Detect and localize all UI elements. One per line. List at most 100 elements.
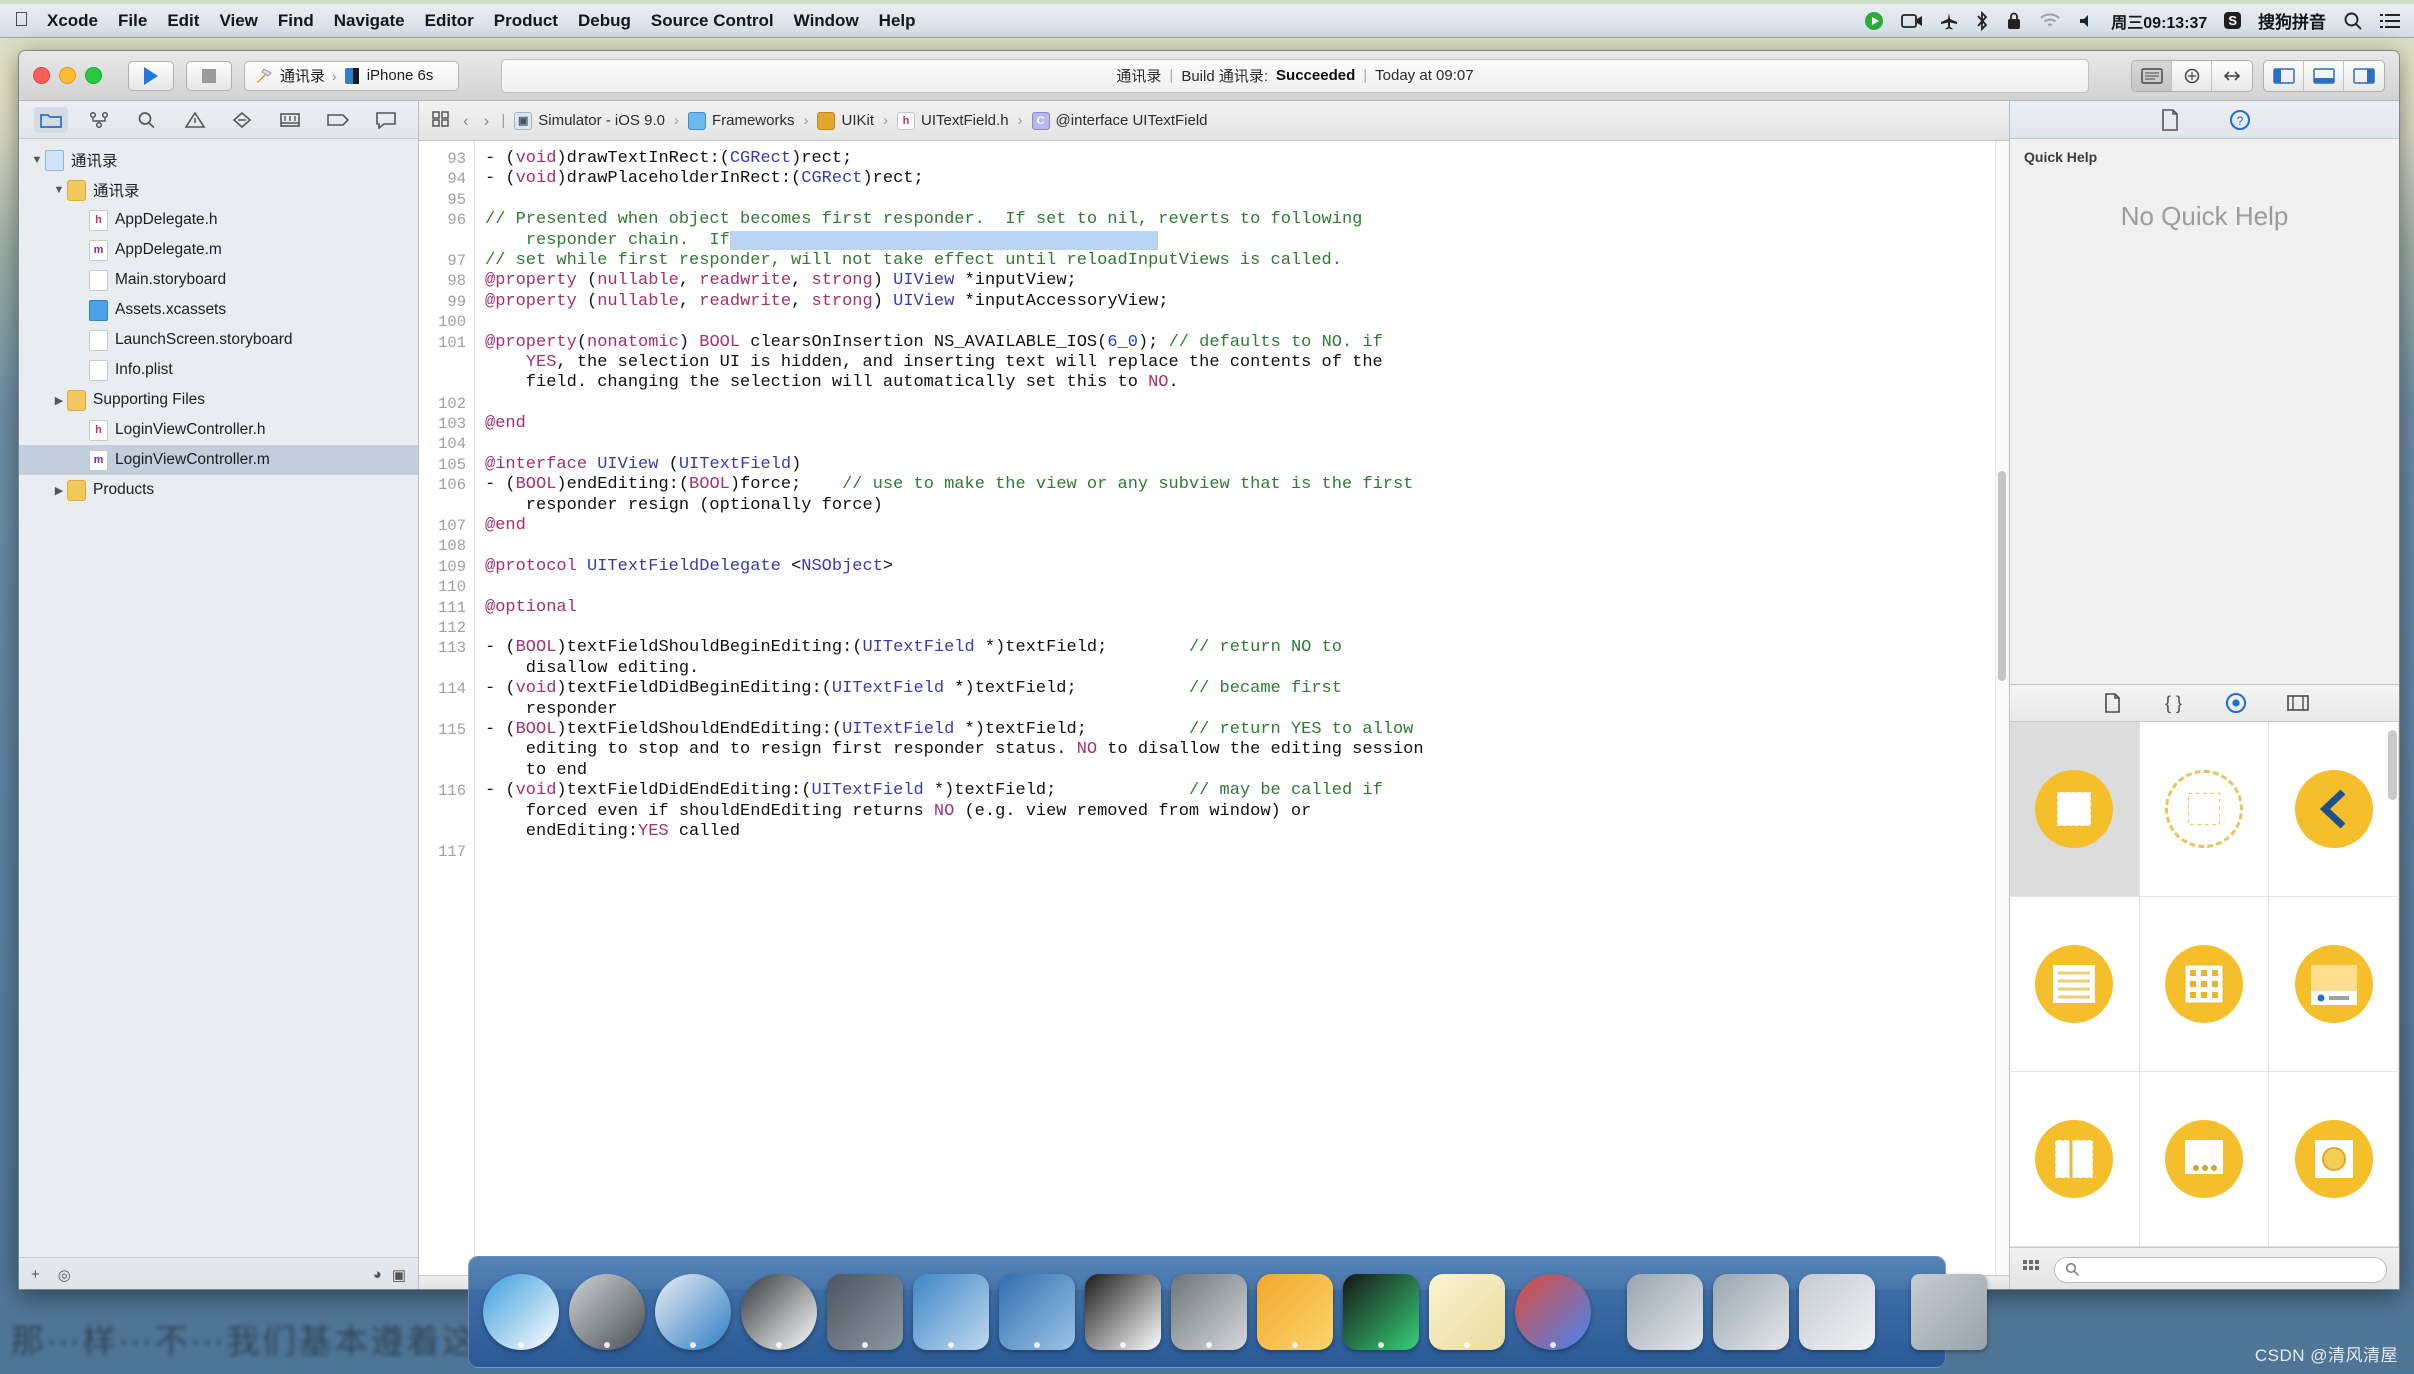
find-navigator-tab[interactable] (130, 107, 164, 133)
code-line[interactable] (485, 434, 2009, 454)
nav-row--[interactable]: ▼ 通讯录 (19, 175, 418, 205)
quick-help-icon[interactable]: ? (2225, 107, 2255, 133)
nav-row-launchscreen-storyboard[interactable]: LaunchScreen.storyboard (19, 325, 418, 355)
close-button[interactable] (33, 67, 50, 84)
code-line[interactable]: // set while first responder, will not t… (485, 251, 2009, 271)
code-line[interactable]: // Presented when object becomes first r… (485, 210, 2009, 230)
code-line[interactable]: - (void)textFieldDidBeginEditing:(UIText… (485, 679, 2009, 699)
grid-icon[interactable] (2022, 1258, 2044, 1281)
code-line[interactable]: @interface UIView (UITextField) (485, 455, 2009, 475)
screen-share-icon[interactable] (1864, 11, 1884, 31)
add-item-button[interactable]: + (31, 1266, 40, 1283)
code-line[interactable] (485, 536, 2009, 556)
dock-icon-launchpad[interactable] (569, 1274, 645, 1350)
code-line[interactable] (485, 190, 2009, 210)
volume-icon[interactable] (2078, 13, 2094, 29)
code-line[interactable] (485, 618, 2009, 638)
file-inspector-icon[interactable] (2155, 107, 2185, 133)
source-control-navigator-tab[interactable] (82, 107, 116, 133)
scheme-selector[interactable]: 通讯录 › iPhone 6s (244, 60, 459, 91)
library-item-collection-view-controller-object[interactable] (2139, 897, 2270, 1072)
dock-icon-trash[interactable] (1911, 1274, 1987, 1350)
library-item-navigation-controller-object[interactable] (2269, 722, 2399, 897)
menu-item-editor[interactable]: Editor (425, 11, 474, 31)
dock-icon-xcode-beta[interactable] (999, 1274, 1075, 1350)
code-line[interactable]: - (void)drawTextInRect:(CGRect)rect; (485, 149, 2009, 169)
disclosure-triangle[interactable]: ▼ (51, 184, 67, 196)
standard-editor-icon[interactable] (2132, 60, 2172, 91)
dock-icon-mouse-app[interactable] (741, 1274, 817, 1350)
test-navigator-tab[interactable] (225, 107, 259, 133)
code-line[interactable]: responder (485, 700, 2009, 720)
filter-icon[interactable]: ◎ (58, 1266, 71, 1284)
breadcrumb-simulator[interactable]: ▣ Simulator - iOS 9.0 (514, 111, 665, 130)
input-method-label[interactable]: 搜狗拼音 (2258, 8, 2326, 33)
breadcrumb-uikit[interactable]: UIKit (817, 111, 874, 130)
dock-icon-sketch[interactable] (1257, 1274, 1333, 1350)
scrollbar-thumb[interactable] (1998, 471, 2006, 681)
editor-mode-segment[interactable] (2131, 59, 2253, 92)
code-line[interactable]: @property (nullable, readwrite, strong) … (485, 292, 2009, 312)
code-line[interactable]: @protocol UITextFieldDelegate <NSObject> (485, 557, 2009, 577)
code-line[interactable]: - (BOOL)textFieldShouldEndEditing:(UITex… (485, 720, 2009, 740)
menu-item-debug[interactable]: Debug (578, 11, 631, 31)
code-line[interactable] (485, 394, 2009, 414)
run-button[interactable] (128, 60, 174, 91)
code-line[interactable]: to end (485, 761, 2009, 781)
menubar-clock[interactable]: 周三09:13:37 (2111, 9, 2207, 33)
clock-icon[interactable]: ◕ (373, 1266, 382, 1284)
code-line[interactable]: YES, the selection UI is hidden, and ins… (485, 353, 2009, 373)
nav-row-loginviewcontroller-h[interactable]: h LoginViewController.h (19, 415, 418, 445)
code-line[interactable] (485, 577, 2009, 597)
menu-item-find[interactable]: Find (278, 11, 314, 31)
menu-item-view[interactable]: View (219, 11, 257, 31)
code-line[interactable]: @end (485, 516, 2009, 536)
debug-area-toggle-icon[interactable] (2304, 60, 2344, 91)
control-center-icon[interactable] (2380, 12, 2400, 30)
nav-row--[interactable]: ▼ 通讯录 (19, 145, 418, 175)
breadcrumb-file[interactable]: h UITextField.h (897, 111, 1009, 130)
dock-icon-system-preferences[interactable] (1171, 1274, 1247, 1350)
media-library-icon[interactable] (2284, 690, 2312, 716)
menu-item-window[interactable]: Window (794, 11, 859, 31)
navigator-toggle-icon[interactable] (2264, 60, 2304, 91)
input-method-badge[interactable]: S (2224, 12, 2241, 29)
code-line[interactable]: - (void)textFieldDidEndEditing:(UITextFi… (485, 781, 2009, 801)
search-icon[interactable] (2343, 11, 2363, 31)
nav-row-assets-xcassets[interactable]: Assets.xcassets (19, 295, 418, 325)
library-search-input[interactable] (2054, 1256, 2387, 1283)
library-item-view-controller-object[interactable] (2139, 722, 2270, 897)
breadcrumb-symbol[interactable]: C @interface UITextField (1031, 111, 1208, 130)
view-toggle-segment[interactable] (2263, 59, 2385, 92)
code-line[interactable] (485, 842, 2009, 862)
library-scrollbar-thumb[interactable] (2388, 730, 2397, 800)
breakpoint-navigator-tab[interactable] (321, 107, 355, 133)
dock-icon-screenshot-2[interactable] (1713, 1274, 1789, 1350)
related-items-icon[interactable] (431, 110, 451, 132)
project-navigator-tree[interactable]: ▼ 通讯录 ▼ 通讯录 h AppDelegate.h m AppDelegate.m Main… (19, 139, 418, 1257)
dock-icon-iterm[interactable] (1343, 1274, 1419, 1350)
menu-item-source-control[interactable]: Source Control (651, 11, 774, 31)
code-line[interactable]: editing to stop and to resign first resp… (485, 740, 2009, 760)
assistant-editor-icon[interactable] (2172, 60, 2212, 91)
version-editor-icon[interactable] (2212, 61, 2252, 91)
dock-icon-safari[interactable] (655, 1274, 731, 1350)
object-library-grid[interactable] (2010, 722, 2399, 1247)
library-item-glkit-view-controller-object[interactable] (2269, 1072, 2399, 1247)
dock-icon-notes[interactable] (1429, 1274, 1505, 1350)
menu-item-product[interactable]: Product (494, 11, 558, 31)
lock-icon[interactable] (2006, 11, 2022, 31)
code-line[interactable]: - (void)drawPlaceholderInRect:(CGRect)re… (485, 169, 2009, 189)
menu-item-navigate[interactable]: Navigate (334, 11, 405, 31)
dock-icon-screenshot-3[interactable] (1799, 1274, 1875, 1350)
debug-navigator-tab[interactable] (273, 107, 307, 133)
apple-icon[interactable]:  (14, 9, 29, 32)
editor-vertical-scrollbar[interactable] (1995, 141, 2009, 1275)
project-navigator-tab[interactable] (33, 106, 68, 133)
nav-row-appdelegate-h[interactable]: h AppDelegate.h (19, 205, 418, 235)
file-template-library-icon[interactable] (2098, 690, 2126, 716)
dock-icon-screenshot-1[interactable] (1627, 1274, 1703, 1350)
minimize-button[interactable] (59, 67, 76, 84)
disclosure-triangle[interactable]: ▼ (29, 154, 45, 166)
unsaved-icon[interactable]: ▣ (392, 1266, 406, 1284)
